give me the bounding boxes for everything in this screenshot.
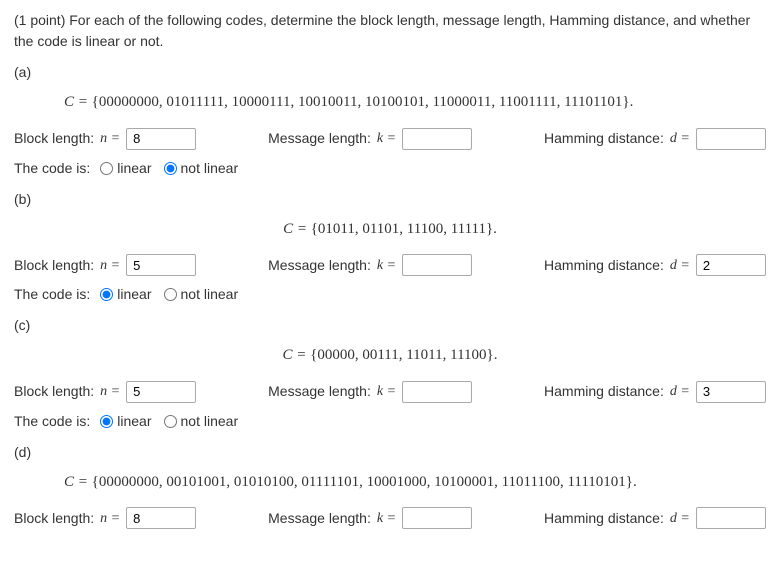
not-linear-label: not linear — [181, 411, 239, 432]
c-var: C = — [283, 221, 307, 237]
k-eq: k = — [377, 508, 396, 529]
n-eq: n = — [100, 128, 120, 149]
hamming-distance-label: Hamming distance: — [544, 381, 664, 402]
part-c-block-length-input[interactable] — [126, 381, 196, 403]
part-a-hamming-distance-input[interactable] — [696, 128, 766, 150]
part-d-code-def: C = {00000000, 00101001, 01010100, 01111… — [14, 471, 766, 494]
c-var: C = — [64, 474, 88, 490]
not-linear-label: not linear — [181, 158, 239, 179]
part-c-radio-group: The code is: linear not linear — [14, 411, 766, 432]
part-b-hamming-distance-input[interactable] — [696, 254, 766, 276]
part-b-radio-linear[interactable] — [100, 288, 113, 301]
part-c-radio-linear[interactable] — [100, 415, 113, 428]
part-a-block-length-input[interactable] — [126, 128, 196, 150]
part-b-block-length-input[interactable] — [126, 254, 196, 276]
part-a-inputs-row: Block length: n = Message length: k = Ha… — [14, 128, 766, 150]
linear-label: linear — [117, 411, 151, 432]
block-length-label: Block length: — [14, 128, 94, 149]
message-length-label: Message length: — [268, 381, 371, 402]
k-eq: k = — [377, 255, 396, 276]
not-linear-label: not linear — [181, 284, 239, 305]
part-d-set: {00000000, 00101001, 01010100, 01111101,… — [92, 474, 637, 490]
message-length-label: Message length: — [268, 255, 371, 276]
part-a-set: {00000000, 01011111, 10000111, 10010011,… — [92, 94, 634, 110]
part-a-message-length-input[interactable] — [402, 128, 472, 150]
code-is-label: The code is: — [14, 411, 90, 432]
c-var: C = — [283, 347, 307, 363]
part-a-radio-group: The code is: linear not linear — [14, 158, 766, 179]
part-b-message-length-input[interactable] — [402, 254, 472, 276]
part-c-message-length-input[interactable] — [402, 381, 472, 403]
part-c-hamming-distance-input[interactable] — [696, 381, 766, 403]
hamming-distance-label: Hamming distance: — [544, 255, 664, 276]
part-c-inputs-row: Block length: n = Message length: k = Ha… — [14, 381, 766, 403]
code-is-label: The code is: — [14, 158, 90, 179]
part-b-label: (b) — [14, 189, 766, 210]
k-eq: k = — [377, 381, 396, 402]
block-length-label: Block length: — [14, 255, 94, 276]
part-a-radio-not-linear[interactable] — [164, 162, 177, 175]
part-c-radio-not-linear[interactable] — [164, 415, 177, 428]
part-c-label: (c) — [14, 315, 766, 336]
message-length-label: Message length: — [268, 508, 371, 529]
part-c-set: {00000, 00111, 11011, 11100}. — [310, 347, 497, 363]
k-eq: k = — [377, 128, 396, 149]
linear-label: linear — [117, 158, 151, 179]
part-d-hamming-distance-input[interactable] — [696, 507, 766, 529]
question-intro: (1 point) For each of the following code… — [14, 10, 766, 52]
part-b-set: {01011, 01101, 11100, 11111}. — [311, 221, 497, 237]
linear-label: linear — [117, 284, 151, 305]
n-eq: n = — [100, 508, 120, 529]
n-eq: n = — [100, 255, 120, 276]
part-b-radio-group: The code is: linear not linear — [14, 284, 766, 305]
part-b-radio-not-linear[interactable] — [164, 288, 177, 301]
part-d-inputs-row: Block length: n = Message length: k = Ha… — [14, 507, 766, 529]
part-d-label: (d) — [14, 442, 766, 463]
part-a-label: (a) — [14, 62, 766, 83]
code-is-label: The code is: — [14, 284, 90, 305]
d-eq: d = — [670, 381, 690, 402]
block-length-label: Block length: — [14, 508, 94, 529]
block-length-label: Block length: — [14, 381, 94, 402]
part-a-radio-linear[interactable] — [100, 162, 113, 175]
hamming-distance-label: Hamming distance: — [544, 128, 664, 149]
n-eq: n = — [100, 381, 120, 402]
part-c-code-def: C = {00000, 00111, 11011, 11100}. — [14, 344, 766, 367]
part-d-message-length-input[interactable] — [402, 507, 472, 529]
part-d-block-length-input[interactable] — [126, 507, 196, 529]
message-length-label: Message length: — [268, 128, 371, 149]
part-b-inputs-row: Block length: n = Message length: k = Ha… — [14, 254, 766, 276]
c-var: C = — [64, 94, 88, 110]
d-eq: d = — [670, 128, 690, 149]
d-eq: d = — [670, 255, 690, 276]
d-eq: d = — [670, 508, 690, 529]
hamming-distance-label: Hamming distance: — [544, 508, 664, 529]
part-b-code-def: C = {01011, 01101, 11100, 11111}. — [14, 218, 766, 241]
part-a-code-def: C = {00000000, 01011111, 10000111, 10010… — [14, 91, 766, 114]
